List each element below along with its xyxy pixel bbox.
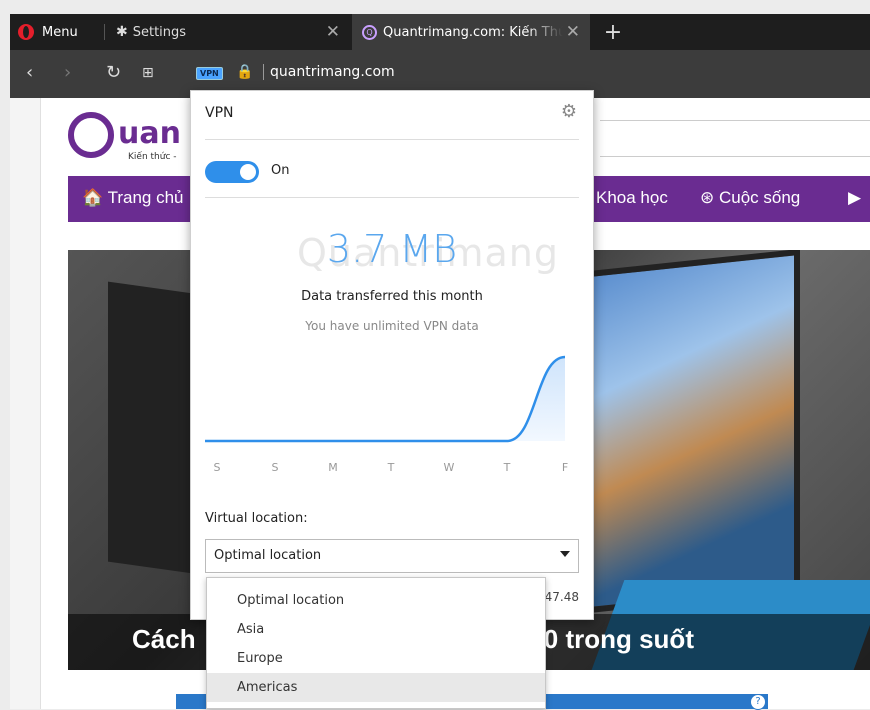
virtual-location-value: Optimal location [214,548,322,563]
tab-quantrimang[interactable]: Q Quantrimang.com: Kiến Thức ✕ [352,14,590,50]
location-option-americas[interactable]: Americas [207,673,545,702]
day-label: T [503,461,511,474]
ad-info-icon[interactable]: ? [750,694,766,710]
menu-button[interactable]: Menu [10,14,104,50]
day-label: S [271,461,279,474]
opera-logo-icon [18,24,34,40]
ip-address-text: 47.48 [544,590,579,604]
menu-label: Menu [42,24,78,40]
divider [600,120,870,121]
site-logo-tagline: Kiến thức - [128,152,177,162]
nav-home[interactable]: 🏠 Trang chủ [82,188,184,208]
nav-khoa-hoc[interactable]: Khoa học [596,188,668,208]
reload-icon[interactable]: ↻ [106,62,121,83]
location-option-asia[interactable]: Asia [207,615,545,644]
vpn-popup: VPN ⚙ On Quantrimang 3.7 MB Data transfe… [190,90,594,620]
divider [205,197,579,198]
new-tab-button[interactable]: + [598,14,628,50]
nav-cuoc-song[interactable]: ⊛ Cuộc sống [700,188,800,208]
divider [600,156,870,157]
lock-icon[interactable]: 🔒 [236,64,253,80]
vpn-toggle[interactable] [205,161,259,183]
data-label: Data transferred this month [301,289,483,304]
toggle-knob [240,164,256,180]
data-sub-label: You have unlimited VPN data [305,319,479,333]
tab-separator [104,24,105,40]
tab-settings-close-icon[interactable]: ✕ [326,22,340,42]
page-gutter [10,98,41,709]
url-field[interactable]: quantrimang.com [263,64,395,80]
tab-quantrimang-label: Quantrimang.com: Kiến Thức [383,24,563,40]
vpn-badge-button[interactable]: VPN [196,67,223,80]
quantrimang-favicon-icon: Q [362,24,377,40]
day-label: T [387,461,395,474]
hero-laptop-graphic [588,250,800,614]
nav-video-icon[interactable]: ▶ [848,188,861,208]
usage-area [205,357,565,441]
forward-icon[interactable]: › [64,62,71,83]
day-label: F [561,461,569,474]
speed-dial-icon[interactable]: ⊞ [142,65,154,81]
day-axis: SSMTWTF [205,461,577,477]
data-amount: 3.7 MB [326,227,458,271]
vpn-toggle-label: On [271,163,290,178]
location-option-europe[interactable]: Europe [207,644,545,673]
usage-line [205,355,566,443]
life-icon: ⊛ [700,188,715,207]
site-logo-text[interactable]: uan [118,116,181,151]
location-option-optimal[interactable]: Optimal location [207,586,545,615]
settings-gear-icon: ✱ [116,24,128,40]
tab-bar: Menu ✱ Settings ✕ Q Quantrimang.com: Kiế… [10,14,870,50]
back-icon[interactable]: ‹ [26,62,33,83]
virtual-location-label: Virtual location: [205,511,308,526]
home-icon: 🏠 [82,188,104,207]
tab-quantrimang-close-icon[interactable]: ✕ [566,22,580,42]
chevron-down-icon [560,551,570,557]
tab-settings[interactable]: ✱ Settings ✕ [110,14,350,50]
usage-graph [205,355,566,443]
tab-settings-label: Settings [132,24,187,40]
day-label: M [328,461,338,474]
virtual-location-select[interactable]: Optimal location [205,539,579,573]
location-dropdown: Optimal location Asia Europe Americas [206,577,546,709]
site-logo-icon[interactable] [68,112,114,158]
vpn-title: VPN [205,105,234,121]
vpn-settings-gear-icon[interactable]: ⚙ [561,101,577,122]
divider [205,139,579,140]
day-label: S [213,461,221,474]
day-label: W [443,461,455,474]
